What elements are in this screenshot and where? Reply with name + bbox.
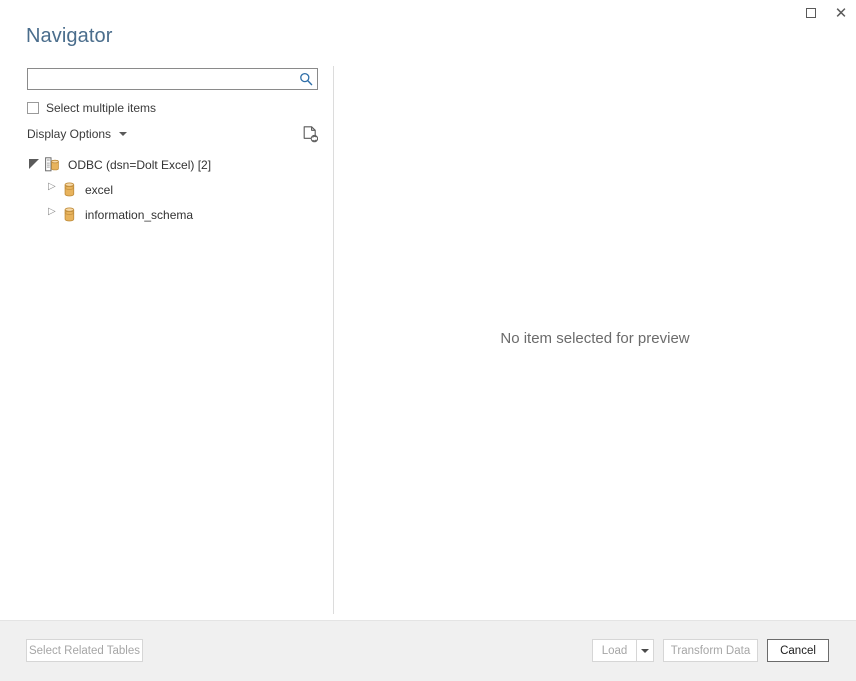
twisty-collapsed-icon[interactable]	[44, 207, 60, 223]
cancel-button[interactable]: Cancel	[767, 639, 829, 662]
select-related-tables-button[interactable]: Select Related Tables	[26, 639, 143, 662]
close-button[interactable]: ✕	[826, 0, 856, 26]
document-refresh-icon[interactable]	[302, 125, 318, 143]
object-tree: ODBC (dsn=Dolt Excel) [2] excel	[27, 152, 327, 227]
load-dropdown-button[interactable]	[636, 639, 654, 662]
display-options-label: Display Options	[27, 127, 111, 141]
page-title: Navigator	[26, 25, 113, 48]
close-icon: ✕	[835, 6, 848, 21]
tree-node-odbc[interactable]: ODBC (dsn=Dolt Excel) [2]	[27, 152, 327, 177]
chevron-down-icon	[119, 132, 127, 136]
search-icon[interactable]	[295, 69, 317, 89]
tree-node-excel[interactable]: excel	[27, 177, 327, 202]
transform-data-button[interactable]: Transform Data	[663, 639, 758, 662]
maximize-button[interactable]	[796, 0, 826, 26]
database-icon	[60, 181, 78, 199]
maximize-icon	[806, 8, 816, 18]
load-button[interactable]: Load	[592, 639, 636, 662]
display-options-button[interactable]: Display Options	[27, 127, 127, 141]
preview-pane: No item selected for preview	[334, 60, 856, 616]
search-input[interactable]	[28, 70, 295, 88]
window-controls: ✕	[796, 0, 856, 26]
tree-node-information-schema[interactable]: information_schema	[27, 202, 327, 227]
navigator-left-pane: Select multiple items Display Options	[0, 60, 333, 616]
search-box[interactable]	[27, 68, 318, 90]
dialog-footer: Select Related Tables Load Transform Dat…	[0, 620, 856, 681]
tree-node-label: excel	[85, 183, 113, 197]
tree-node-label: ODBC (dsn=Dolt Excel) [2]	[68, 158, 211, 172]
database-icon	[60, 206, 78, 224]
twisty-expanded-icon[interactable]	[27, 157, 43, 173]
title-bar: ✕	[0, 0, 856, 26]
twisty-collapsed-icon[interactable]	[44, 182, 60, 198]
select-multiple-items-row[interactable]: Select multiple items	[27, 100, 156, 116]
preview-empty-message: No item selected for preview	[500, 330, 689, 347]
select-multiple-items-checkbox[interactable]	[27, 102, 39, 114]
chevron-down-icon	[641, 649, 649, 653]
database-server-icon	[43, 156, 61, 174]
tree-node-label: information_schema	[85, 208, 193, 222]
select-multiple-items-label: Select multiple items	[46, 101, 156, 115]
display-options-row: Display Options	[27, 124, 318, 144]
